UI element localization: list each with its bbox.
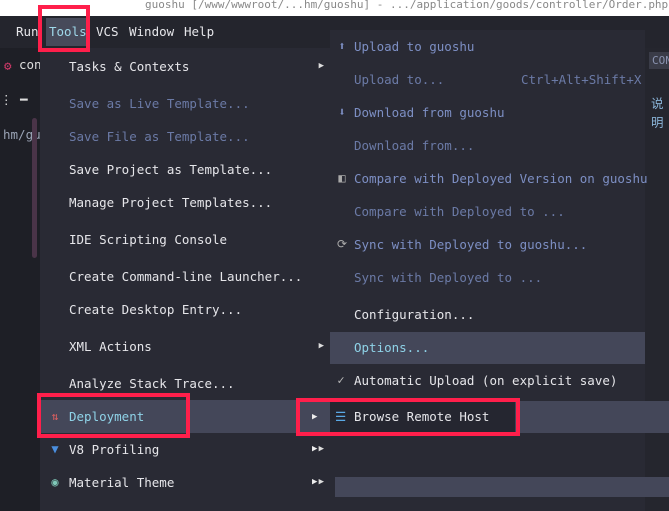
menu-window[interactable]: Window <box>129 23 174 41</box>
label: Tasks & Contexts <box>69 59 190 74</box>
menu-item-ide-scripting-console[interactable]: IDE Scripting Console <box>40 223 330 256</box>
label: Compare with Deployed to ... <box>354 204 565 219</box>
menu-help[interactable]: Help <box>184 23 214 41</box>
folder-gear-icon: ⚙ <box>4 58 12 73</box>
menu-item-upload-to[interactable]: Upload to... Ctrl+Alt+Shift+X <box>330 63 645 96</box>
scrollbar[interactable] <box>32 118 37 258</box>
label: Upload to... <box>354 72 445 87</box>
menu-item-automatic-upload[interactable]: ✓ Automatic Upload (on explicit save) <box>330 364 645 397</box>
label: Create Command-line Launcher... <box>69 269 303 284</box>
menu-item-desktop-entry[interactable]: Create Desktop Entry... <box>40 293 330 326</box>
label: Options... <box>354 340 430 355</box>
menu-item-sync-guoshu[interactable]: ⟳ Sync with Deployed to guoshu... <box>330 228 645 261</box>
submenu-arrow-icon: ▶ <box>318 444 324 454</box>
editor-tab[interactable]: CON <box>649 52 669 69</box>
project-tab[interactable]: conf <box>19 57 40 72</box>
menu-item-material-theme[interactable]: ◉ Material Theme ▶ <box>40 466 330 499</box>
menu-item-manage-templates[interactable]: Manage Project Templates... <box>40 186 330 219</box>
label: Analyze Stack Trace... <box>69 376 235 391</box>
menu-item-configuration[interactable]: Configuration... <box>330 298 645 331</box>
submenu-arrow-icon: ▶ <box>318 61 324 71</box>
material-theme-icon: ◉ <box>51 475 59 489</box>
label: Automatic Upload (on explicit save) <box>354 373 618 388</box>
upload-icon: ⬆ <box>338 39 346 53</box>
annotation-box-browse <box>296 398 520 436</box>
menu-item-sync-to[interactable]: Sync with Deployed to ... <box>330 261 645 294</box>
tools-menu: Tasks & Contexts ▶ Save as Live Template.… <box>40 48 330 511</box>
label: IDE Scripting Console <box>69 232 228 247</box>
label: Download from... <box>354 138 475 153</box>
menu-item-save-live-template[interactable]: Save as Live Template... <box>40 87 330 120</box>
deployment-submenu: ⬆ Upload to guoshu Upload to... Ctrl+Alt+S… <box>330 30 648 511</box>
menu-run[interactable]: Run <box>16 23 39 41</box>
label: V8 Profiling <box>69 442 160 457</box>
label: Upload to guoshu <box>354 39 475 54</box>
editor-text: 说明 <box>651 96 664 130</box>
label: Save Project as Template... <box>69 162 273 177</box>
label: Save File as Template... <box>69 129 250 144</box>
annotation-box-tools <box>38 5 90 52</box>
label: XML Actions <box>69 339 152 354</box>
label: Configuration... <box>354 307 475 322</box>
menu-item-compare-to[interactable]: Compare with Deployed to ... <box>330 195 645 228</box>
menu-item-save-file-template[interactable]: Save File as Template... <box>40 120 330 153</box>
panel-menu-icon[interactable]: ⋮ <box>0 92 13 107</box>
menu-item-command-line-launcher[interactable]: Create Command-line Launcher... <box>40 260 330 293</box>
download-icon: ⬇ <box>338 105 346 119</box>
submenu-arrow-icon: ▶ <box>318 477 324 487</box>
label: Save as Live Template... <box>69 96 250 111</box>
menu-item-xml-actions[interactable]: XML Actions ▶ <box>40 330 330 363</box>
label: Compare with Deployed Version on guoshu <box>354 171 648 186</box>
label: Material Theme <box>69 475 175 490</box>
menu-item-options[interactable]: Options... <box>330 332 645 364</box>
label: Sync with Deployed to ... <box>354 270 543 285</box>
menu-item-download-guoshu[interactable]: ⬇ Download from guoshu <box>330 96 645 129</box>
window-title: guoshu [/www/wwwroot/...hm/guoshu] - ...… <box>0 0 669 16</box>
menu-item-download-from[interactable]: Download from... <box>330 129 645 162</box>
sync-icon: ⟳ <box>336 237 348 251</box>
submenu-arrow-icon: ▶ <box>312 477 318 487</box>
annotation-box-deployment <box>37 393 190 438</box>
label: Create Desktop Entry... <box>69 302 243 317</box>
menu-item-tasks-contexts[interactable]: Tasks & Contexts ▶ <box>40 50 330 83</box>
label: Download from guoshu <box>354 105 505 120</box>
editor-area: CON 说明 <box>645 48 669 511</box>
collapse-icon[interactable]: ━ <box>20 92 28 107</box>
submenu-arrow-icon: ▶ <box>318 341 324 351</box>
submenu-arrow-icon: ▶ <box>312 444 318 454</box>
menu-item-upload-guoshu[interactable]: ⬆ Upload to guoshu <box>330 30 645 63</box>
submenu-highlight <box>335 477 669 497</box>
menu-item-save-project-template[interactable]: Save Project as Template... <box>40 153 330 186</box>
label: Sync with Deployed to guoshu... <box>354 237 588 252</box>
checkmark-icon: ✓ <box>337 373 345 387</box>
project-panel: ⚙ conf ⋮ ━ hm/gu <box>0 48 40 511</box>
shortcut: Ctrl+Alt+Shift+X <box>521 72 642 87</box>
label: Manage Project Templates... <box>69 195 273 210</box>
menu-item-compare-guoshu[interactable]: ◧ Compare with Deployed Version on guoshu <box>330 162 648 195</box>
compare-icon: ◧ <box>338 171 346 185</box>
menu-vcs[interactable]: VCS <box>96 23 119 41</box>
